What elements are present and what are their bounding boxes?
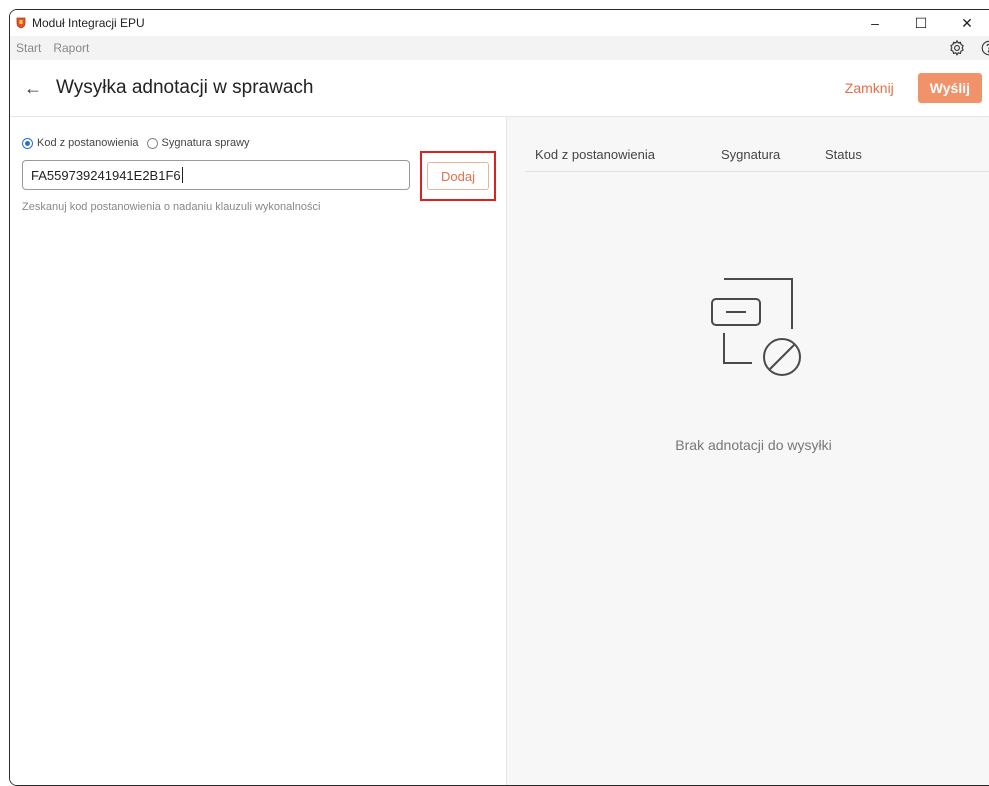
page-header: ← Wysyłka adnotacji w sprawach Zamknij W… bbox=[10, 60, 989, 117]
mode-radio-group: Kod z postanowienia Sygnatura sprawy bbox=[22, 137, 250, 149]
gear-icon[interactable] bbox=[946, 37, 968, 59]
empty-state-message: Brak adnotacji do wysyłki bbox=[675, 437, 832, 453]
menu-item-raport[interactable]: Raport bbox=[53, 41, 89, 55]
title-bar: Moduł Integracji EPU – ☐ ✕ bbox=[10, 10, 989, 36]
minimize-button[interactable]: – bbox=[852, 10, 898, 36]
menubar-right bbox=[946, 36, 989, 60]
close-button[interactable]: Zamknij bbox=[845, 80, 894, 96]
radio-signature[interactable]: Sygnatura sprawy bbox=[146, 137, 250, 149]
app-logo-icon bbox=[16, 17, 26, 29]
empty-document-icon bbox=[711, 278, 801, 376]
page-title: Wysyłka adnotacji w sprawach bbox=[56, 77, 314, 98]
radio-signature-label: Sygnatura sprawy bbox=[161, 137, 250, 149]
column-header-status: Status bbox=[825, 147, 862, 162]
back-arrow-icon[interactable]: ← bbox=[24, 78, 42, 99]
right-panel: Kod z postanowienia Sygnatura Status Bra… bbox=[507, 117, 989, 785]
app-title: Moduł Integracji EPU bbox=[32, 16, 145, 30]
table-header: Kod z postanowienia Sygnatura Status bbox=[525, 147, 989, 172]
add-button[interactable]: Dodaj bbox=[427, 162, 489, 190]
left-panel: Kod z postanowienia Sygnatura sprawy FA5… bbox=[10, 117, 507, 785]
radio-code-label: Kod z postanowienia bbox=[37, 137, 139, 149]
radio-signature-indicator[interactable] bbox=[146, 137, 158, 149]
scan-hint: Zeskanuj kod postanowienia o nadaniu kla… bbox=[22, 201, 321, 213]
column-header-signature: Sygnatura bbox=[721, 147, 781, 162]
text-cursor bbox=[181, 167, 183, 183]
radio-code[interactable]: Kod z postanowienia bbox=[22, 137, 139, 149]
close-window-button[interactable]: ✕ bbox=[944, 10, 989, 36]
code-input[interactable]: FA559739241941E2B1F6 bbox=[22, 160, 410, 190]
header-actions: Zamknij Wyślij bbox=[845, 60, 982, 116]
column-header-code: Kod z postanowienia bbox=[535, 147, 655, 162]
code-input-value: FA559739241941E2B1F6 bbox=[31, 167, 181, 183]
menu-item-start[interactable]: Start bbox=[16, 41, 41, 55]
radio-code-indicator[interactable] bbox=[22, 137, 33, 149]
add-button-highlight: Dodaj bbox=[420, 151, 496, 201]
help-icon[interactable] bbox=[978, 37, 989, 59]
send-button[interactable]: Wyślij bbox=[917, 73, 982, 103]
window-controls: – ☐ ✕ bbox=[852, 10, 989, 36]
app-window: Moduł Integracji EPU – ☐ ✕ Start Raport bbox=[9, 9, 989, 786]
maximize-button[interactable]: ☐ bbox=[898, 10, 944, 36]
menu-bar: Start Raport bbox=[10, 36, 989, 60]
